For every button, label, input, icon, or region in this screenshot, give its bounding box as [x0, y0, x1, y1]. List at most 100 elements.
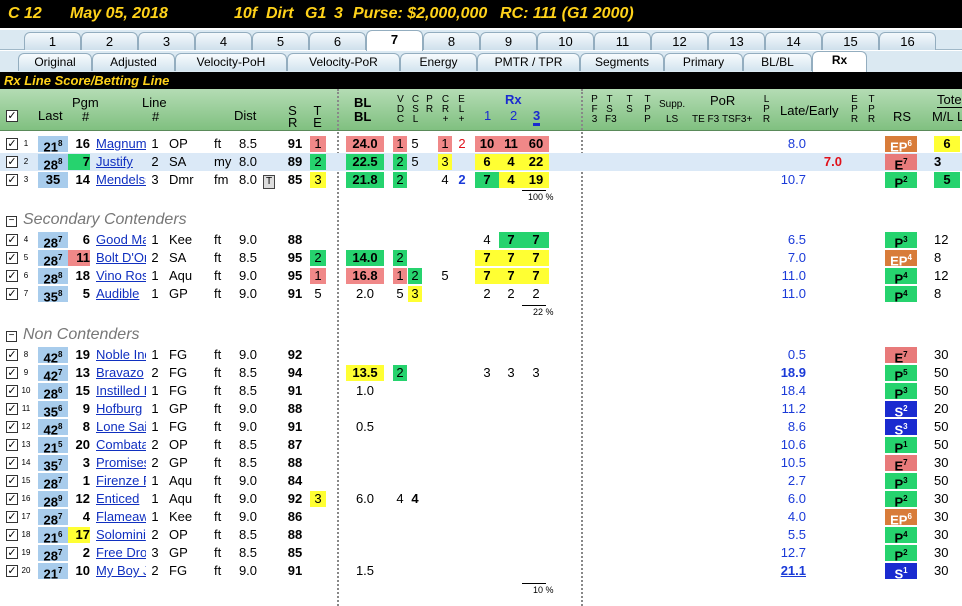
view-tab-velocity-por[interactable]: Velocity-PoR	[287, 53, 400, 71]
table-row[interactable]: ✓ 16 289 12 Enticed 1 Aqu ft 9.0 92 3 6.0 4 4 6.0 P2 30	[0, 490, 962, 509]
rs-sup: 7	[903, 458, 908, 467]
view-tab-primary[interactable]: Primary	[664, 53, 743, 71]
horse-name-link[interactable]: Solomini	[96, 527, 146, 543]
horse-name-link[interactable]: Noble Indy	[96, 347, 146, 363]
view-tab-original[interactable]: Original	[18, 53, 92, 71]
speed-rating: 92	[287, 491, 303, 506]
row-checkbox[interactable]: ✓	[6, 529, 18, 541]
view-tab-pmtr-tpr[interactable]: PMTR / TPR	[477, 53, 580, 71]
row-checkbox[interactable]: ✓	[6, 547, 18, 559]
late-early-value: 21.1	[780, 563, 806, 578]
row-checkbox[interactable]: ✓	[6, 457, 18, 469]
row-checkbox[interactable]: ✓	[6, 252, 18, 264]
horse-name-link[interactable]: Hofburg	[96, 401, 146, 417]
condition: my	[214, 154, 232, 169]
group-secondary[interactable]: − Secondary Contenders	[6, 211, 187, 229]
row-checkbox[interactable]: ✓	[6, 349, 18, 361]
row-checkbox[interactable]: ✓	[6, 156, 18, 168]
horse-name-link[interactable]: Instilled Regard	[96, 383, 146, 399]
table-row[interactable]: ✓15 287 1 Firenze Fire 1 Aqu ft 9.0 84 2.7 P3 50	[0, 472, 962, 491]
horse-name-link[interactable]: Bolt D'Oro	[96, 250, 146, 266]
race-grade: G1	[305, 5, 327, 22]
table-row[interactable]: ✓ 9 427 13 Bravazo 2 FG ft 8.5 94 13.5 2 3 3 3 18.9 P5 50	[0, 364, 962, 383]
race-tab-5[interactable]: 5	[252, 32, 309, 50]
row-checkbox[interactable]: ✓	[6, 367, 18, 379]
table-row[interactable]: ✓13 215 20 Combatant 2 OP ft 8.5 87 10.6 P1 50	[0, 436, 962, 455]
row-checkbox[interactable]: ✓	[6, 385, 18, 397]
view-tab-adjusted[interactable]: Adjusted	[92, 53, 175, 71]
table-row[interactable]: ✓ 1 218 16 Magnum 1 OP ft 8.5 91 1 24.0 1 5 1 2 10 11 60 8.…	[0, 135, 962, 154]
table-row[interactable]: ✓19 287 2 Free Drop Billy 3 GP ft 8.5 85 12.7 P2 30	[0, 544, 962, 563]
table-row[interactable]: ✓124288Lone Sailor1FGft9.0910.58.6S350	[0, 418, 962, 437]
last-days: 287	[38, 250, 68, 268]
race-tab-2[interactable]: 2	[81, 32, 138, 50]
race-tab-6[interactable]: 6	[309, 32, 366, 50]
race-tab-16[interactable]: 16	[879, 32, 936, 50]
table-row[interactable]: ✓33514Mendelssohn3Dmrfm8.0T85321.8242741…	[0, 171, 962, 190]
table-row[interactable]: ✓10 286 15 Instilled Regard 1 FG ft 8.5 91 1.0 18.…	[0, 382, 962, 401]
horse-name-link[interactable]: Magnum	[96, 136, 146, 152]
race-tab-15[interactable]: 15	[822, 32, 879, 50]
collapse-icon[interactable]: −	[6, 216, 17, 227]
horse-name-link[interactable]: Justify	[96, 154, 146, 170]
horse-name-link[interactable]: Mendelssohn	[96, 172, 146, 188]
race-tab-8[interactable]: 8	[423, 32, 480, 50]
table-row[interactable]: ✓42876Good Magic1Keeft9.0884776.5P312	[0, 231, 962, 250]
table-row[interactable]: ✓17 287 4 Flameaway 1 Kee ft 9.0 86 4.0 EP6 30	[0, 508, 962, 527]
row-checkbox[interactable]: ✓	[6, 403, 18, 415]
table-row[interactable]: ✓ 18 216 17 Solomini 2 OP ft 8.5 88 5.5 P4 30	[0, 526, 962, 545]
collapse-icon[interactable]: −	[6, 331, 17, 342]
row-checkbox[interactable]: ✓	[6, 174, 18, 186]
row-checkbox[interactable]: ✓	[6, 288, 18, 300]
row-checkbox[interactable]: ✓	[6, 475, 18, 487]
table-row[interactable]: ✓528711Bolt D'Oro2SAft8.595214.027777.0E…	[0, 249, 962, 268]
row-checkbox[interactable]: ✓	[6, 511, 18, 523]
view-tabs: Original Adjusted Velocity-PoH Velocity-PoR…	[0, 51, 962, 72]
late-early-value: 10.6	[780, 437, 806, 452]
row-checkbox[interactable]: ✓	[6, 270, 18, 282]
select-all-checkbox[interactable]: ✓	[6, 110, 18, 122]
group-non[interactable]: − Non Contenders	[6, 326, 140, 344]
horse-name-link[interactable]: Firenze Fire	[96, 473, 146, 489]
row-checkbox[interactable]: ✓	[6, 493, 18, 505]
view-tab-segments[interactable]: Segments	[580, 53, 664, 71]
last-days: 287	[38, 545, 68, 563]
race-tab-14[interactable]: 14	[765, 32, 822, 50]
row-checkbox[interactable]: ✓	[6, 565, 18, 577]
view-tab-energy[interactable]: Energy	[400, 53, 477, 71]
horse-name-link[interactable]: Enticed	[96, 491, 146, 507]
row-checkbox[interactable]: ✓	[6, 138, 18, 150]
race-tab-3[interactable]: 3	[138, 32, 195, 50]
table-row[interactable]: ✓ 2 288 7 Justify 2 SA my 8.0 89 2 22.5 2 5 3 6 4 22 7.0 E7…	[0, 153, 962, 172]
race-tab-1[interactable]: 1	[24, 32, 81, 50]
horse-name-link[interactable]: Lone Sailor	[96, 419, 146, 435]
horse-name-link[interactable]: Flameaway	[96, 509, 146, 525]
horse-name-link[interactable]: Good Magic	[96, 232, 146, 248]
view-tab-bl-bl[interactable]: BL/BL	[743, 53, 812, 71]
row-checkbox[interactable]: ✓	[6, 439, 18, 451]
view-tab-rx[interactable]: Rx	[812, 51, 867, 72]
race-tab-10[interactable]: 10	[537, 32, 594, 50]
horse-name-link[interactable]: Promises Fulfilled	[96, 455, 146, 471]
view-tab-velocity-poh[interactable]: Velocity-PoH	[175, 53, 287, 71]
race-tab-4[interactable]: 4	[195, 32, 252, 50]
race-tab-7[interactable]: 7	[366, 30, 423, 51]
table-row[interactable]: ✓ 7 358 5 Audible 1 GP ft 9.0 91 5 2.0 5 3 2 2 2 11.0 P4 8	[0, 285, 962, 304]
horse-name-link[interactable]: Combatant	[96, 437, 146, 453]
row-checkbox[interactable]: ✓	[6, 234, 18, 246]
horse-name-link[interactable]: Audible	[96, 286, 146, 302]
table-row[interactable]: ✓ 11 356 9 Hofburg 1 GP ft 9.0 88 11.2 S2 20	[0, 400, 962, 419]
table-row[interactable]: ✓14 357 3 Promises Fulfilled 2 GP ft 8.5 88 10.5 E…	[0, 454, 962, 473]
horse-name-link[interactable]: Vino Rosso	[96, 268, 146, 284]
race-tab-12[interactable]: 12	[651, 32, 708, 50]
race-tab-11[interactable]: 11	[594, 32, 651, 50]
race-tab-13[interactable]: 13	[708, 32, 765, 50]
table-row[interactable]: ✓20 217 10 My Boy Jack 2 FG ft 9.0 91 1.5 21.1 S1 30	[0, 562, 962, 581]
table-row[interactable]: ✓842819Noble Indy1FGft9.0920.5E730	[0, 346, 962, 365]
row-checkbox[interactable]: ✓	[6, 421, 18, 433]
horse-name-link[interactable]: Free Drop Billy	[96, 545, 146, 561]
horse-name-link[interactable]: My Boy Jack	[96, 563, 146, 579]
table-row[interactable]: ✓628818Vino Rosso1Aquft9.095116.81257771…	[0, 267, 962, 286]
horse-name-link[interactable]: Bravazo	[96, 365, 146, 381]
race-tab-9[interactable]: 9	[480, 32, 537, 50]
